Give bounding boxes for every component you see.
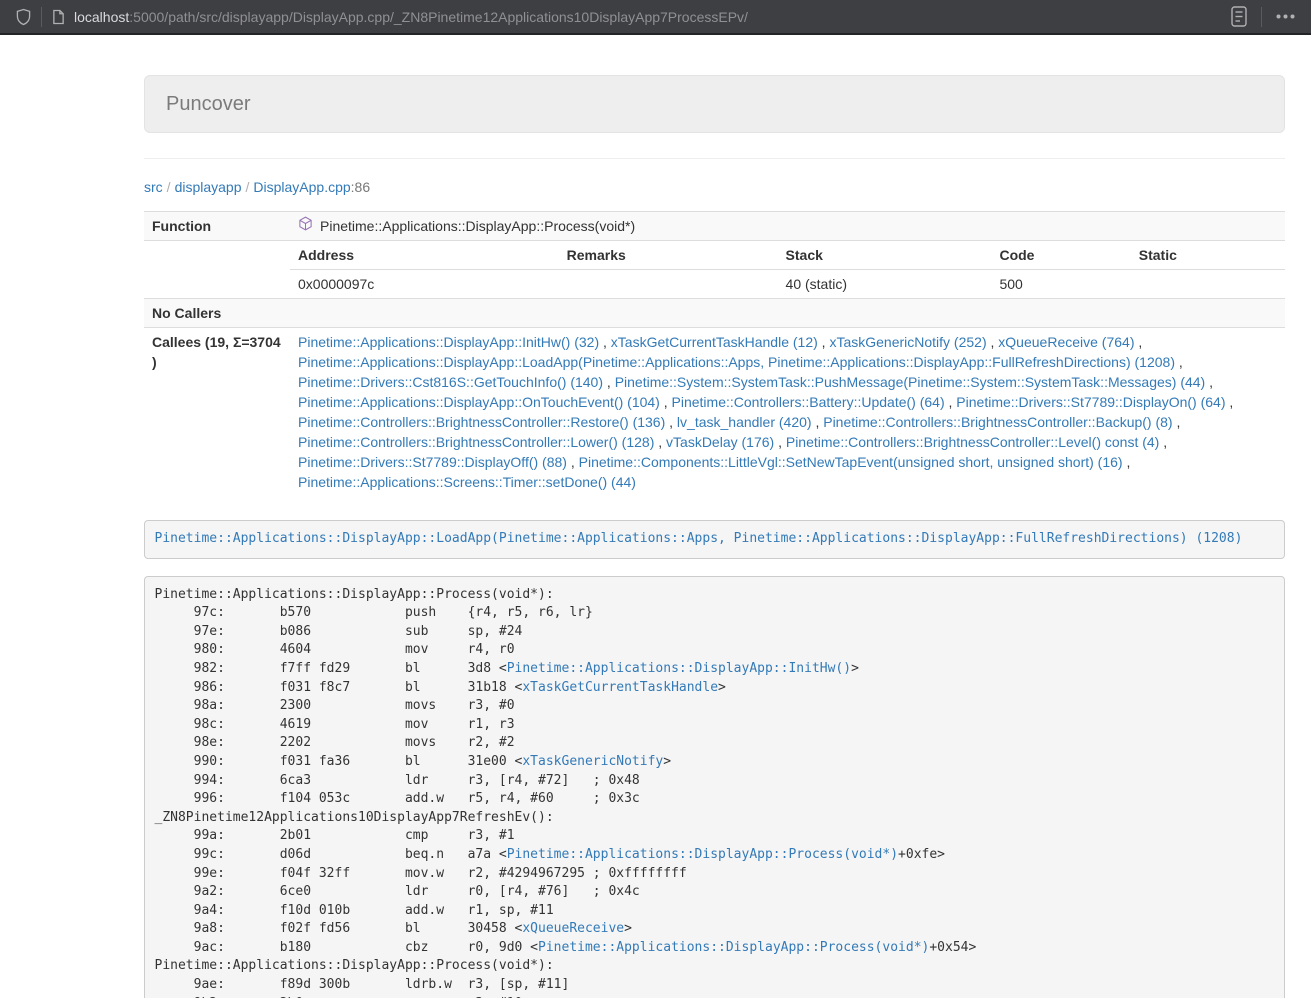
- breadcrumb-link-file[interactable]: DisplayApp.cpp: [253, 179, 350, 195]
- callee-separator: ,: [945, 394, 957, 410]
- callee-link[interactable]: xQueueReceive (764): [998, 334, 1134, 350]
- overflow-menu-icon[interactable]: [1272, 12, 1299, 21]
- callees-label: Callees (19, Σ=3704 ): [144, 328, 290, 497]
- callee-separator: ,: [1226, 394, 1234, 410]
- column-header-address: Address: [290, 241, 559, 270]
- header-divider: [144, 158, 1285, 159]
- highlighted-callee-link[interactable]: Pinetime::Applications::DisplayApp::Load…: [155, 531, 1243, 546]
- disasm-symbol-link[interactable]: Pinetime::Applications::DisplayApp::Init…: [507, 661, 851, 676]
- callees-row: Callees (19, Σ=3704 ) Pinetime::Applicat…: [144, 328, 1285, 497]
- no-callers-label: No Callers: [144, 299, 290, 328]
- callee-separator: ,: [1159, 434, 1167, 450]
- disasm-symbol-link[interactable]: xQueueReceive: [522, 921, 624, 936]
- callee-link[interactable]: Pinetime::System::SystemTask::PushMessag…: [615, 374, 1206, 390]
- callee-link[interactable]: Pinetime::Controllers::BrightnessControl…: [823, 414, 1172, 430]
- url-host: localhost: [74, 9, 129, 25]
- callee-separator: ,: [567, 454, 579, 470]
- callee-separator: ,: [1205, 374, 1213, 390]
- breadcrumb-link-src[interactable]: src: [144, 179, 163, 195]
- page-title: Puncover: [166, 93, 1263, 115]
- callee-separator: ,: [987, 334, 999, 350]
- shield-icon[interactable]: [16, 8, 31, 26]
- disasm-symbol-link[interactable]: xTaskGenericNotify: [522, 754, 663, 769]
- browser-toolbar: localhost:5000/path/src/displayapp/Displ…: [0, 0, 1311, 35]
- function-label: Function: [144, 212, 290, 241]
- callee-link[interactable]: Pinetime::Controllers::Battery::Update()…: [672, 394, 945, 410]
- callees-cell: Pinetime::Applications::DisplayApp::Init…: [290, 328, 1285, 497]
- breadcrumb-link-displayapp[interactable]: displayapp: [175, 179, 242, 195]
- code-value: 500: [991, 270, 1130, 299]
- static-value: [1131, 270, 1285, 299]
- toolbar-separator: [1261, 7, 1262, 27]
- url-bar[interactable]: localhost:5000/path/src/displayapp/Displ…: [74, 9, 1227, 25]
- callee-link[interactable]: Pinetime::Applications::DisplayApp::Load…: [298, 354, 1175, 370]
- callee-separator: ,: [603, 374, 615, 390]
- callee-separator: ,: [665, 414, 677, 430]
- callee-link[interactable]: Pinetime::Controllers::BrightnessControl…: [786, 434, 1159, 450]
- callee-separator: ,: [1175, 354, 1183, 370]
- callee-separator: ,: [774, 434, 786, 450]
- breadcrumb-separator: /: [242, 179, 254, 195]
- stats-table: Address Remarks Stack Code Static 0x0000…: [290, 241, 1285, 298]
- callee-link[interactable]: Pinetime::Controllers::BrightnessControl…: [298, 414, 665, 430]
- callee-separator: ,: [1123, 454, 1131, 470]
- disassembly-block: Pinetime::Applications::DisplayApp::Proc…: [144, 576, 1285, 998]
- callee-separator: ,: [599, 334, 611, 350]
- package-icon: [298, 216, 313, 236]
- caller-highlight-box: Pinetime::Applications::DisplayApp::Load…: [144, 520, 1285, 559]
- callee-link[interactable]: Pinetime::Drivers::St7789::DisplayOn() (…: [956, 394, 1225, 410]
- disasm-symbol-link[interactable]: Pinetime::Applications::DisplayApp::Proc…: [507, 847, 898, 862]
- callee-link[interactable]: Pinetime::Drivers::St7789::DisplayOff() …: [298, 454, 567, 470]
- breadcrumb: src/displayapp/DisplayApp.cpp:86: [144, 177, 1285, 197]
- callee-link[interactable]: Pinetime::Controllers::BrightnessControl…: [298, 434, 654, 450]
- callee-link[interactable]: lv_task_handler (420): [677, 414, 812, 430]
- disasm-symbol-link[interactable]: xTaskGetCurrentTaskHandle: [522, 680, 718, 695]
- callee-link[interactable]: Pinetime::Applications::DisplayApp::Init…: [298, 334, 599, 350]
- callee-link[interactable]: vTaskDelay (176): [666, 434, 774, 450]
- no-callers-row: No Callers: [144, 299, 1285, 328]
- function-row: Function Pinetime::Applications::Display…: [144, 212, 1285, 241]
- function-stats-row: Address Remarks Stack Code Static 0x0000…: [144, 241, 1285, 299]
- callee-link[interactable]: xTaskGenericNotify (252): [829, 334, 986, 350]
- breadcrumb-line-number: :86: [351, 179, 370, 195]
- stats-values-row: 0x0000097c 40 (static) 500: [290, 270, 1285, 299]
- breadcrumb-separator: /: [163, 179, 175, 195]
- callee-link[interactable]: Pinetime::Components::LittleVgl::SetNewT…: [579, 454, 1123, 470]
- callee-link[interactable]: Pinetime::Drivers::Cst816S::GetTouchInfo…: [298, 374, 603, 390]
- callee-separator: ,: [1134, 334, 1142, 350]
- page-container: Puncover src/displayapp/DisplayApp.cpp:8…: [144, 75, 1285, 998]
- page-header: Puncover: [144, 75, 1285, 133]
- callee-link[interactable]: xTaskGetCurrentTaskHandle (12): [611, 334, 818, 350]
- callee-separator: ,: [812, 414, 824, 430]
- callee-separator: ,: [660, 394, 672, 410]
- column-header-code: Code: [991, 241, 1130, 270]
- callee-separator: ,: [654, 434, 666, 450]
- column-header-stack: Stack: [778, 241, 992, 270]
- toolbar-separator: [41, 7, 42, 27]
- address-value: 0x0000097c: [290, 270, 559, 299]
- function-table: Function Pinetime::Applications::Display…: [144, 211, 1285, 496]
- callee-separator: ,: [818, 334, 830, 350]
- column-header-static: Static: [1131, 241, 1285, 270]
- callee-separator: ,: [1173, 414, 1181, 430]
- reader-view-icon[interactable]: [1227, 4, 1251, 29]
- function-name: Pinetime::Applications::DisplayApp::Proc…: [320, 216, 635, 236]
- callee-link[interactable]: Pinetime::Applications::DisplayApp::OnTo…: [298, 394, 660, 410]
- disasm-symbol-link[interactable]: Pinetime::Applications::DisplayApp::Proc…: [538, 940, 929, 955]
- column-header-remarks: Remarks: [559, 241, 778, 270]
- remarks-value: [559, 270, 778, 299]
- stack-value: 40 (static): [778, 270, 992, 299]
- callee-link[interactable]: Pinetime::Applications::Screens::Timer::…: [298, 474, 636, 490]
- url-path: :5000/path/src/displayapp/DisplayApp.cpp…: [129, 9, 748, 25]
- page-icon[interactable]: [52, 9, 65, 25]
